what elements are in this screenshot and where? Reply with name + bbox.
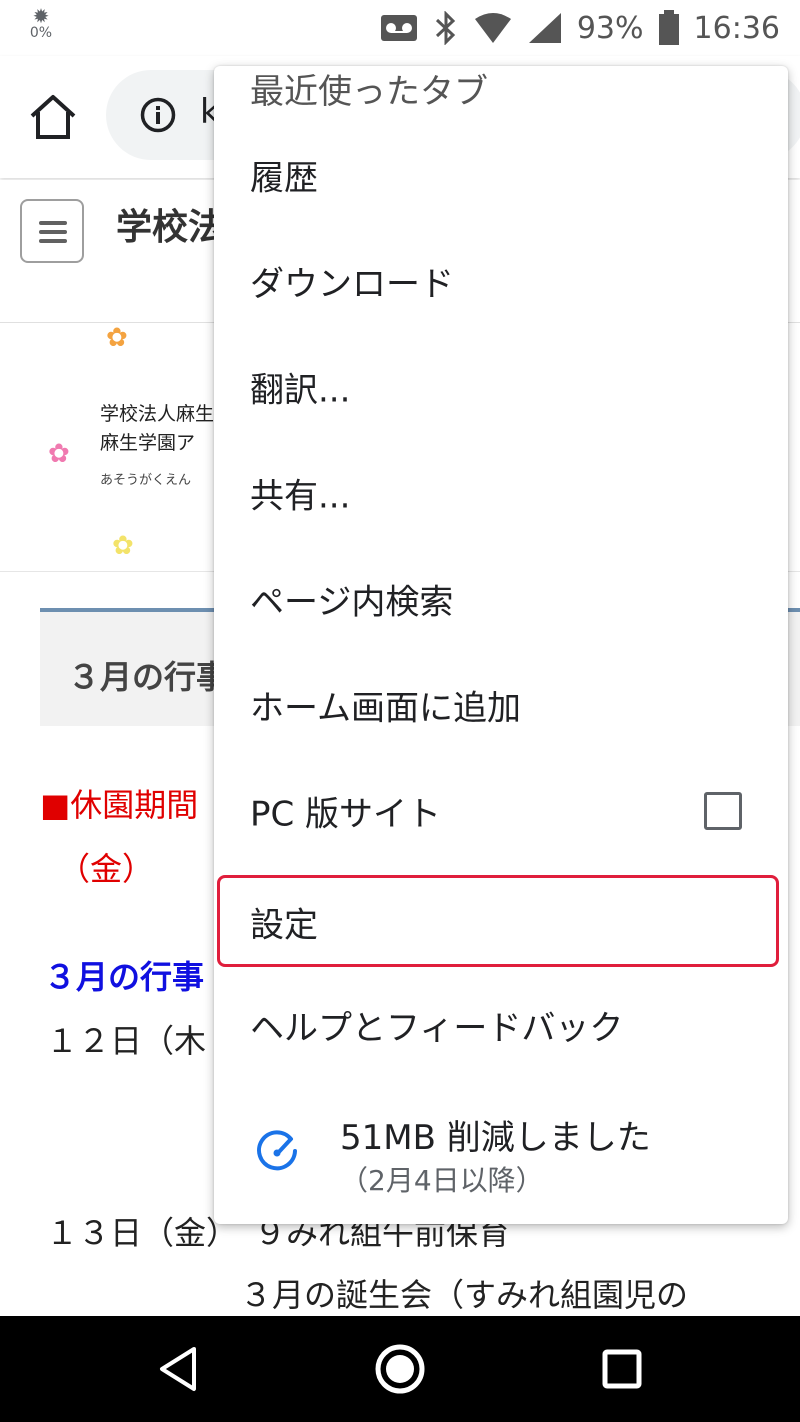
brightness-percent: 0%: [29, 25, 53, 41]
home-icon[interactable]: [28, 94, 78, 140]
banner-line-2: 麻生学園ア: [100, 432, 196, 454]
data-saver-since: （2月4日以降）: [340, 1164, 544, 1197]
overflow-menu: 最近使ったタブ 履歴 ダウンロード 翻訳... 共有... ページ内検索 ホーム…: [214, 66, 788, 1224]
event-line-12: １２日（木: [46, 1022, 207, 1060]
clock: 16:36: [693, 10, 780, 46]
battery-icon: [658, 10, 679, 45]
menu-item-translate[interactable]: 翻訳...: [214, 334, 788, 440]
menu-item-share[interactable]: 共有...: [214, 440, 788, 546]
bluetooth-icon: [435, 11, 455, 45]
menu-item-label: ホーム画面に追加: [250, 688, 521, 729]
menu-item-label: 履歴: [250, 158, 318, 199]
menu-item-downloads[interactable]: ダウンロード: [214, 228, 788, 334]
banner-kana: あそうがくえん: [100, 473, 192, 488]
menu-item-settings[interactable]: 設定: [214, 872, 788, 972]
menu-item-label: 設定: [250, 905, 318, 946]
gear-icon: ✹: [32, 4, 50, 28]
birthday-line: ３月の誕生会（すみれ組園児の: [240, 1276, 689, 1314]
menu-item-label: 翻訳...: [250, 370, 351, 411]
menu-item-label: ページ内検索: [250, 582, 454, 623]
hamburger-menu-button[interactable]: [20, 199, 84, 263]
flower-icon: ✿: [48, 439, 70, 469]
info-icon[interactable]: [140, 97, 176, 133]
closure-line: ■休園期間: [40, 786, 199, 824]
voicemail-icon: [380, 15, 417, 41]
menu-item-label: 共有...: [250, 476, 351, 517]
cell-signal-icon: [528, 13, 561, 43]
brightness-indicator: ✹ 0%: [28, 6, 54, 40]
wifi-icon: [474, 13, 511, 43]
menu-item-add-to-home[interactable]: ホーム画面に追加: [214, 652, 788, 758]
menu-item-recent-tabs[interactable]: 最近使ったタブ: [214, 66, 788, 116]
desktop-site-checkbox[interactable]: [704, 792, 742, 830]
menu-item-label: 最近使ったタブ: [250, 72, 488, 112]
home-circle-icon[interactable]: [372, 1341, 428, 1397]
menu-item-help-feedback[interactable]: ヘルプとフィードバック: [214, 972, 788, 1078]
back-icon[interactable]: [150, 1341, 206, 1397]
menu-item-history[interactable]: 履歴: [214, 122, 788, 228]
banner-line-1: 学校法人麻生: [100, 403, 215, 425]
menu-item-label: ヘルプとフィードバック: [250, 1008, 624, 1049]
status-bar: ✹ 0% 93% 16:36: [0, 0, 800, 56]
events-heading: ３月の行事: [44, 958, 205, 996]
closure-line-2: （金）: [58, 850, 155, 888]
menu-item-label: PC 版サイト: [250, 794, 442, 835]
data-saver-icon: [257, 1130, 297, 1171]
system-nav-bar: [0, 1316, 800, 1422]
data-saver-summary[interactable]: 51MB 削減しました: [340, 1110, 651, 1159]
menu-item-desktop-site[interactable]: PC 版サイト: [214, 758, 788, 864]
flower-icon: ✿: [112, 531, 134, 561]
menu-item-label: ダウンロード: [250, 264, 454, 305]
site-title: 学校法: [116, 207, 225, 248]
menu-item-find-in-page[interactable]: ページ内検索: [214, 546, 788, 652]
recents-icon[interactable]: [594, 1341, 650, 1397]
flower-icon: ✿: [106, 323, 128, 353]
battery-percent: 93%: [576, 10, 644, 46]
month-events-title: ３月の行事: [68, 658, 229, 696]
